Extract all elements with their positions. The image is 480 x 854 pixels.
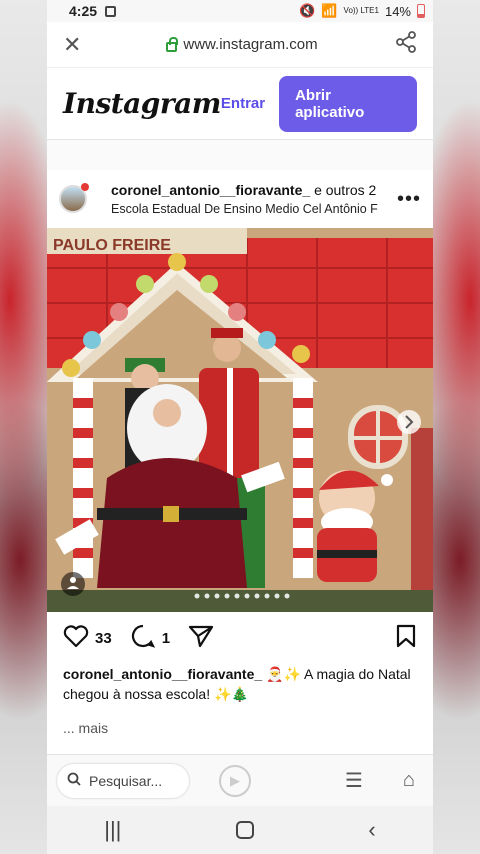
search-placeholder: Pesquisar... [89, 772, 163, 789]
browser-url-bar: ✕ www.instagram.com [47, 22, 433, 68]
post-caption: coronel_antonio__fioravante_ 🎅✨ A magia … [47, 664, 433, 704]
share-icon[interactable] [395, 31, 417, 58]
share-post-icon[interactable] [188, 624, 214, 652]
bookmark-icon[interactable] [395, 624, 417, 652]
battery-label: 14% [384, 3, 411, 19]
post-username[interactable]: coronel_antonio__fioravante_ [111, 182, 310, 198]
post-others[interactable]: e outros 2 [314, 182, 376, 198]
recent-apps-icon[interactable]: ||| [104, 817, 121, 843]
login-link[interactable]: Entrar [221, 95, 265, 112]
status-bar: 4:25 🔇 📶 Vo)) LTE1 14% [47, 0, 433, 22]
status-right: 🔇 📶 Vo)) LTE1 14% [299, 3, 425, 19]
bottom-actions: ☰ ⌂ [345, 768, 423, 793]
comment-count[interactable]: 1 [162, 630, 170, 647]
back-icon[interactable]: ‹ [368, 817, 375, 843]
wifi-icon: 📶 [321, 3, 338, 18]
comment-icon[interactable] [130, 623, 156, 653]
photo-sign-text: PAULO FREIRE [53, 237, 171, 254]
url-text: www.instagram.com [183, 36, 318, 53]
like-count[interactable]: 33 [95, 630, 112, 647]
menu-list-icon[interactable]: ☰ [345, 768, 363, 793]
close-icon[interactable]: ✕ [63, 32, 89, 58]
status-time: 4:25 [69, 3, 98, 19]
post-header: coronel_antonio__fioravante_ e outros 2 … [47, 170, 433, 228]
post-location[interactable]: Escola Estadual De Ensino Medio Cel Antô… [111, 202, 389, 216]
search-input[interactable]: Pesquisar... [57, 763, 189, 798]
post-meta: coronel_antonio__fioravante_ e outros 2 … [111, 182, 389, 216]
notification-icon [105, 5, 117, 17]
browser-bottom-bar: Pesquisar... ▶ ☰ ⌂ [47, 754, 433, 806]
phone-screen: 4:25 🔇 📶 Vo)) LTE1 14% ✕ www.instagram.c… [47, 0, 433, 854]
search-icon [67, 772, 81, 789]
post-photo[interactable]: PAULO FREIRE [47, 228, 433, 612]
open-app-button[interactable]: Abrir aplicativo [279, 75, 417, 132]
more-options-icon[interactable]: ••• [397, 188, 421, 211]
avatar[interactable] [59, 183, 89, 213]
mute-icon: 🔇 [299, 3, 316, 18]
feed-gap [47, 140, 433, 170]
like-icon[interactable] [63, 624, 89, 652]
play-icon[interactable]: ▶ [219, 764, 251, 797]
url-field[interactable]: www.instagram.com [89, 36, 395, 53]
lock-icon [166, 36, 179, 52]
post-actions: 33 1 [47, 612, 433, 664]
battery-icon [417, 4, 425, 18]
android-nav-bar: ||| ‹ [47, 806, 433, 854]
android-home-icon[interactable] [235, 821, 254, 839]
post-username-line: coronel_antonio__fioravante_ e outros 2 [111, 182, 389, 198]
instagram-header: Instagram Entrar Abrir aplicativo [47, 68, 433, 140]
instagram-logo[interactable]: Instagram [63, 87, 221, 120]
caption-username[interactable]: coronel_antonio__fioravante_ [63, 666, 262, 682]
network-label: Vo)) LTE1 [343, 6, 379, 15]
home-icon[interactable]: ⌂ [403, 769, 415, 792]
more-link[interactable]: ... mais [47, 704, 433, 736]
